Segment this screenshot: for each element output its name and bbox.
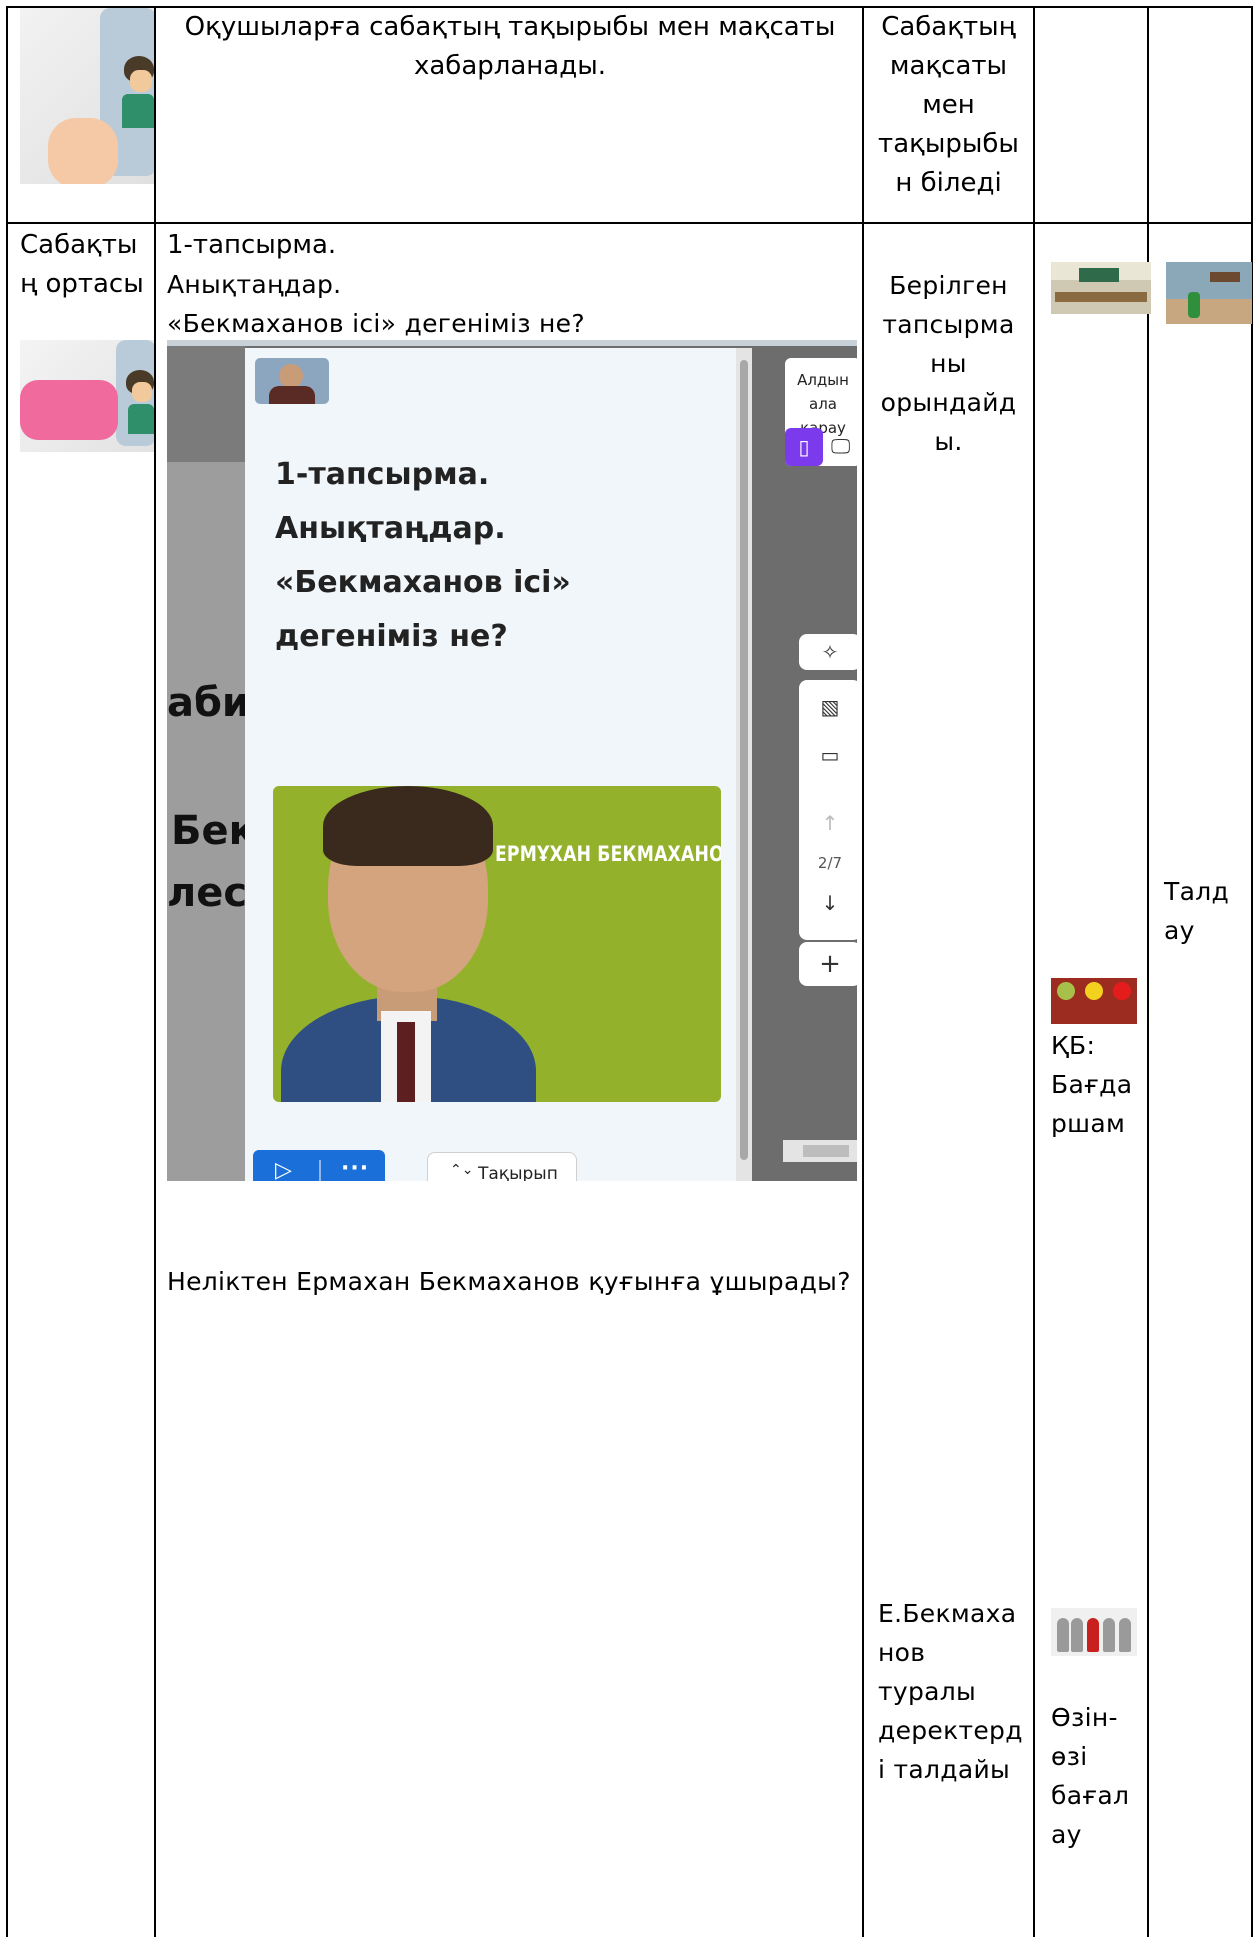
- editor-screenshot: аби Бек лесі 1-тапсырма. Анықтаңдар. «Бе…: [167, 340, 857, 1181]
- present-button[interactable]: ▷ ···: [253, 1150, 385, 1181]
- text-line: ҚБ:: [1051, 1031, 1096, 1060]
- table-col-divider-1: [154, 6, 156, 1937]
- portrait-image[interactable]: ЕРМҰХАН БЕКМАХАНОВ: [273, 786, 721, 1102]
- background-text: аби: [167, 680, 250, 726]
- task-title: 1-тапсырма.: [167, 230, 337, 260]
- topic-button-label: Тақырып: [478, 1164, 558, 1181]
- group-people-image: [1051, 1608, 1137, 1656]
- sparkle-icon[interactable]: ✧: [799, 634, 857, 670]
- expected-result-2: Берілген тапсырма ны орындайд ы.: [864, 266, 1033, 461]
- top-strip: [167, 340, 857, 346]
- comment-icon[interactable]: ▭: [799, 738, 857, 772]
- slide-title: 1-тапсырма. Анықтаңдар. «Бекмаханов ісі»…: [275, 448, 715, 664]
- task-line: «Бекмаханов ісі» дегеніміз не?: [167, 309, 585, 338]
- resources-text: Талд ау: [1164, 872, 1250, 950]
- preview-label: ала: [809, 395, 837, 413]
- text-line: Сабақты: [20, 230, 138, 260]
- text-line: орындайд: [880, 388, 1017, 417]
- background-text: Бек: [171, 808, 256, 854]
- text-line: бағал: [1051, 1781, 1130, 1810]
- background-area: [167, 346, 245, 1181]
- text-line: тақырыбы: [878, 129, 1019, 159]
- vertical-scrollbar[interactable]: [736, 348, 752, 1181]
- background-dark-band: [167, 346, 245, 462]
- text-line: туралы: [878, 1677, 977, 1706]
- table-border-left: [6, 6, 8, 1937]
- image-icon[interactable]: ▧: [799, 690, 857, 724]
- stage-label: Сабақты ң ортасы: [20, 226, 154, 304]
- text-line: ршам: [1051, 1109, 1126, 1138]
- text-line: өзі: [1051, 1742, 1088, 1771]
- classroom-interior-image: [1166, 262, 1252, 324]
- plus-icon[interactable]: +: [799, 942, 857, 986]
- portrait-caption: ЕРМҰХАН БЕКМАХАНОВ: [495, 842, 721, 866]
- activity-line: Оқушыларға сабақтың тақырыбы мен мақсаты…: [184, 12, 836, 81]
- task-line: Анықтаңдар.: [167, 270, 342, 299]
- slide-panel[interactable]: 1-тапсырма. Анықтаңдар. «Бекмаханов ісі»…: [245, 348, 752, 1181]
- portrait-hair: [323, 786, 493, 866]
- text-line: ң ортасы: [20, 269, 144, 299]
- assessment-traffic-light: ҚБ: Бағда ршам: [1051, 1026, 1147, 1143]
- classroom-image: [1051, 262, 1151, 314]
- text-line: н біледі: [895, 168, 1002, 198]
- slide-line: дегеніміз не?: [275, 619, 508, 654]
- expected-result-1: Сабақтың мақсаты мен тақырыбы н біледі: [864, 8, 1033, 203]
- desktop-icon[interactable]: 🖵: [831, 434, 850, 458]
- text-line: ау: [1164, 916, 1195, 945]
- text-line: ны: [930, 349, 967, 378]
- slide-line: «Бекмаханов ісі»: [275, 565, 571, 600]
- text-line: Бағда: [1051, 1070, 1133, 1099]
- text-line: Талд: [1164, 877, 1230, 906]
- slide-line: 1-тапсырма.: [275, 457, 490, 492]
- text-line: нов: [878, 1638, 926, 1667]
- thumbs-up-image: [20, 340, 154, 452]
- chevron-updown-icon: ⌃⌄: [450, 1162, 474, 1178]
- slide-line: Анықтаңдар.: [275, 511, 506, 546]
- text-line: ау: [1051, 1820, 1082, 1849]
- arrow-down-icon[interactable]: ↓: [799, 886, 857, 920]
- text-line: тапсырма: [882, 310, 1015, 339]
- task-block: 1-тапсырма. Анықтаңдар. «Бекмаханов ісі»…: [167, 226, 857, 343]
- text-line: Берілген: [889, 271, 1008, 300]
- text-line: Е.Бекмаха: [878, 1599, 1017, 1628]
- avatar[interactable]: [255, 358, 329, 404]
- expected-result-3: Е.Бекмаха нов туралы деректерд і талдайы: [878, 1594, 1033, 1789]
- topic-button[interactable]: ⌃⌄ Тақырып: [427, 1152, 577, 1181]
- text-line: мақсаты: [889, 51, 1008, 81]
- text-line: деректерд: [878, 1716, 1023, 1745]
- question-text: Неліктен Ермахан Бекмаханов қуғынға ұшыр…: [167, 1267, 851, 1296]
- horizontal-scrollbar[interactable]: [783, 1140, 857, 1162]
- assessment-self: Өзін- өзі бағал ау: [1051, 1698, 1147, 1854]
- phone-icon[interactable]: ▯: [785, 428, 823, 466]
- text-line: Сабақтың: [881, 12, 1016, 42]
- more-icon: ···: [341, 1156, 370, 1181]
- preview-label: Алдын: [797, 371, 849, 389]
- portrait-tie: [397, 1022, 415, 1102]
- activity-text: Оқушыларға сабақтың тақырыбы мен мақсаты…: [180, 8, 840, 86]
- text-line: Өзін-: [1051, 1703, 1118, 1732]
- hand-phone-image: [20, 8, 154, 184]
- table-col-divider-3: [1033, 6, 1035, 1937]
- text-line: мен: [922, 90, 975, 120]
- text-line: ы.: [934, 427, 963, 456]
- text-line: і талдайы: [878, 1755, 1011, 1784]
- table-row-divider: [6, 222, 1253, 224]
- play-icon: ▷: [275, 1158, 292, 1181]
- traffic-light-image: [1051, 978, 1137, 1024]
- page-counter: 2/7: [817, 854, 843, 872]
- arrow-up-icon[interactable]: ↑: [799, 806, 857, 840]
